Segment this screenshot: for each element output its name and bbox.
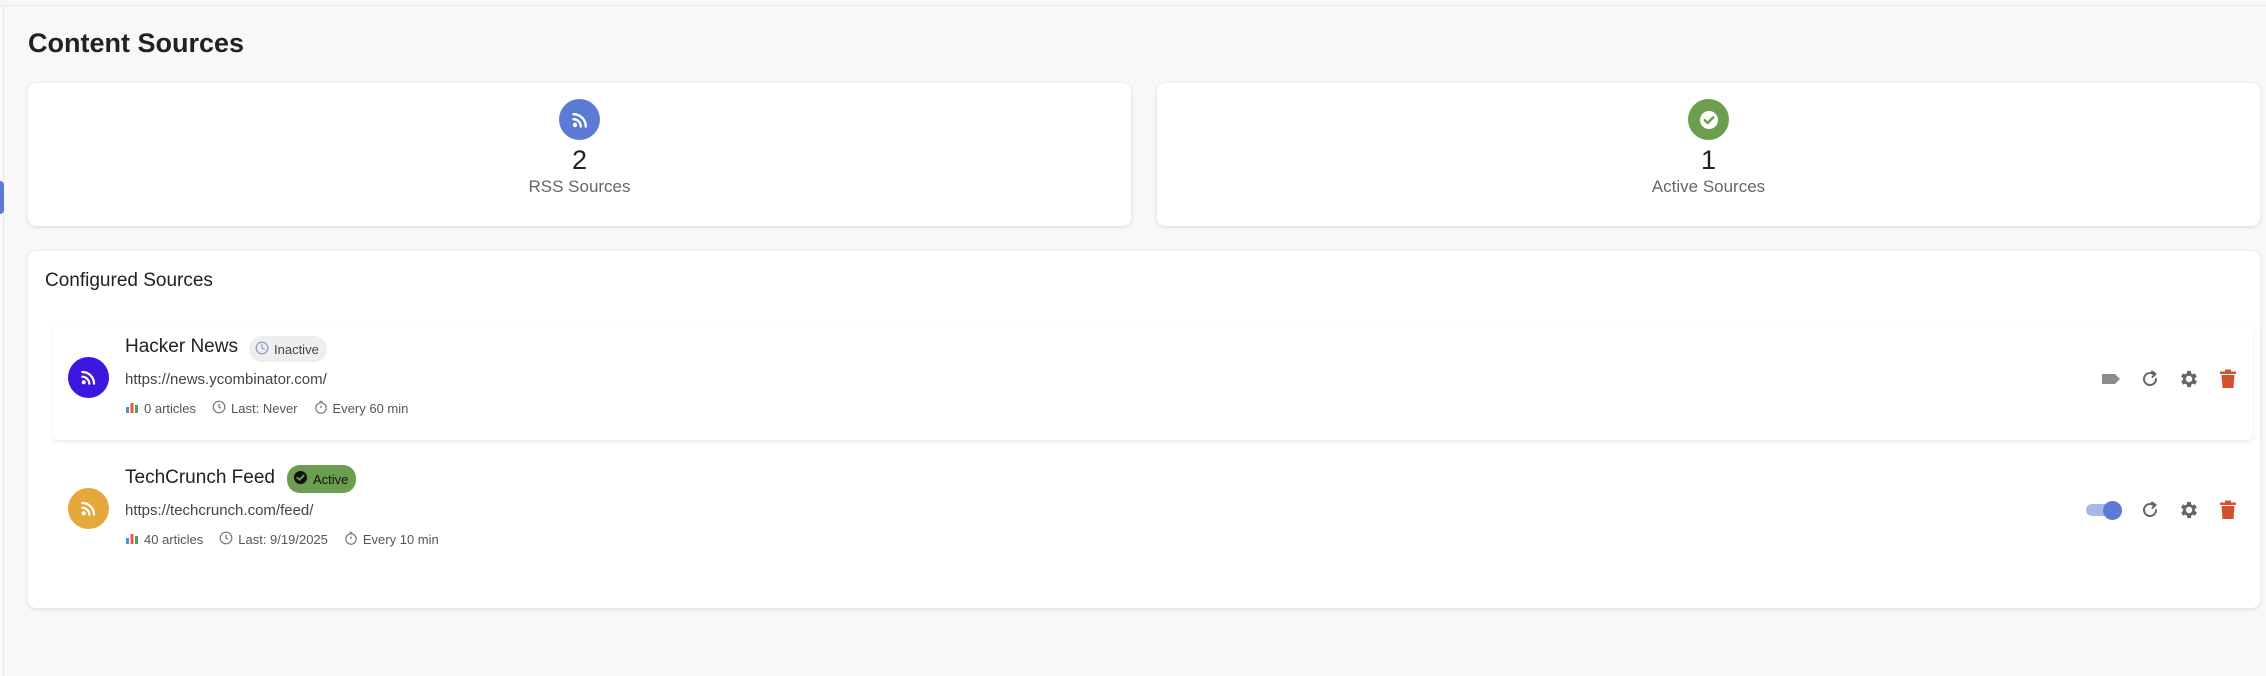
stat-label: RSS Sources (528, 177, 631, 196)
refresh-icon (2142, 501, 2157, 517)
stat-card-active-sources: 1 Active Sources (1157, 83, 2260, 226)
stopwatch-icon (314, 400, 328, 417)
rss-icon (559, 99, 600, 140)
fetch-frequency: Every 60 min (332, 401, 409, 416)
enable-toggle[interactable] (2099, 367, 2122, 390)
source-url: https://techcrunch.com/feed/ (125, 502, 314, 519)
stopwatch-icon (344, 531, 358, 548)
source-url: https://news.ycombinator.com/ (125, 371, 327, 388)
source-name: Hacker News (125, 336, 238, 357)
top-divider (0, 5, 2266, 6)
fetch-frequency: Every 10 min (362, 532, 439, 547)
article-count: 0 articles (144, 401, 197, 416)
left-divider (3, 6, 4, 676)
refresh-button[interactable] (2138, 498, 2161, 521)
gear-icon (2180, 370, 2197, 387)
source-meta: 40 articles Last: 9/19/2025 Every 10 min (125, 531, 439, 548)
panel-title: Configured Sources (45, 270, 213, 291)
configured-sources-panel: Configured Sources Hacker News Inactive … (28, 251, 2260, 608)
stat-label: Active Sources (1651, 177, 1766, 196)
bar-chart-icon (125, 531, 139, 548)
clock-icon (219, 531, 233, 548)
status-badge: Active (287, 465, 357, 493)
check-circle-icon (1688, 99, 1729, 140)
status-label: Active (313, 471, 349, 487)
source-row-techcrunch-feed: TechCrunch Feed Active https://techcrunc… (53, 454, 2253, 571)
article-count: 40 articles (144, 532, 204, 547)
enable-toggle[interactable] (2086, 500, 2122, 520)
rss-icon (68, 488, 109, 529)
bar-chart-icon (125, 400, 139, 417)
source-actions (2099, 367, 2239, 390)
trash-icon (2219, 369, 2236, 388)
stat-card-rss-sources: 2 RSS Sources (28, 83, 1131, 226)
stat-value: 2 (571, 145, 588, 175)
source-meta: 0 articles Last: Never Every 60 min (125, 400, 408, 417)
delete-button[interactable] (2216, 367, 2239, 390)
settings-button[interactable] (2177, 498, 2200, 521)
status-badge: Inactive (249, 336, 327, 362)
status-label: Inactive (274, 341, 319, 357)
source-row-hacker-news: Hacker News Inactive https://news.ycombi… (53, 323, 2253, 440)
check-circle-icon (293, 470, 308, 488)
refresh-button[interactable] (2138, 367, 2161, 390)
sidebar-toggle-tab[interactable] (0, 181, 4, 214)
refresh-icon (2142, 370, 2157, 386)
last-fetched: Last: Never (231, 401, 298, 416)
delete-button[interactable] (2216, 498, 2239, 521)
rss-icon (68, 357, 109, 398)
clock-icon (255, 341, 269, 358)
clock-icon (212, 400, 226, 417)
stat-value: 1 (1700, 145, 1717, 175)
last-fetched: Last: 9/19/2025 (238, 532, 328, 547)
source-name: TechCrunch Feed (125, 467, 275, 488)
page-title: Content Sources (28, 28, 245, 58)
settings-button[interactable] (2177, 367, 2200, 390)
trash-icon (2219, 500, 2236, 519)
gear-icon (2180, 501, 2197, 518)
source-actions (2086, 498, 2239, 521)
